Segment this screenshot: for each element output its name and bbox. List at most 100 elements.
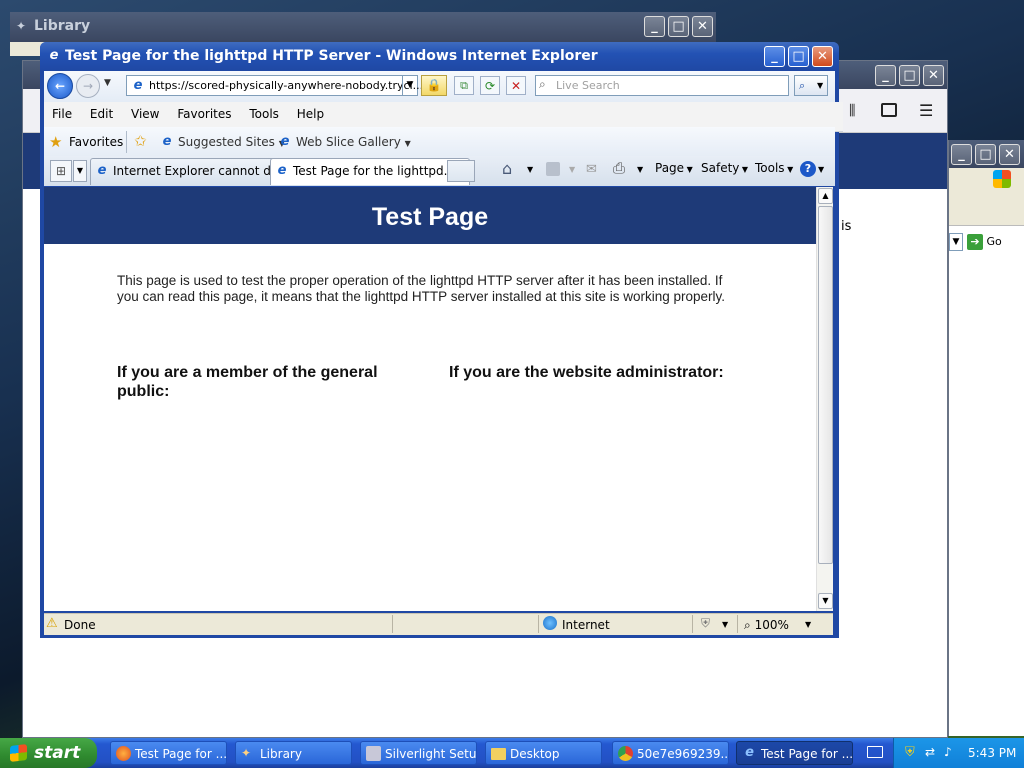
feeds-dropdown-icon[interactable]: ▼ [569, 165, 575, 174]
setup-icon [366, 746, 381, 761]
library-maximize-button[interactable]: □ [668, 16, 689, 37]
read-mail-icon[interactable]: ✉ [586, 162, 597, 177]
ie-app-icon: e [49, 48, 59, 63]
feeds-icon[interactable] [546, 162, 560, 176]
tab-label: Internet Explorer cannot dis... [113, 164, 292, 178]
address-dropdown-icon[interactable]: ▼ [402, 76, 417, 95]
page-content: Test Page This page is used to test the … [44, 187, 816, 611]
right-maximize-button[interactable]: □ [975, 144, 996, 165]
menu-view[interactable]: View [131, 107, 159, 121]
public-heading: If you are a member of the general publi… [117, 364, 378, 400]
partial-text: is [841, 219, 852, 234]
folder-icon [491, 748, 506, 760]
help-icon: ? [804, 162, 812, 175]
tab-test-page[interactable]: e Test Page for the lighttpd... ✕ [270, 158, 470, 185]
home-dropdown-icon[interactable]: ▼ [527, 165, 533, 174]
ie-close-button[interactable]: ✕ [812, 46, 833, 67]
safety-menu-button[interactable]: Safety ▼ [701, 161, 748, 175]
right-close-button[interactable]: ✕ [999, 144, 1020, 165]
sidebar-icon[interactable] [881, 103, 897, 117]
security-shield-icon[interactable]: ⛨ [905, 745, 915, 760]
back-button[interactable]: ← [47, 73, 73, 99]
firefox-minimize-button[interactable]: _ [875, 65, 896, 86]
keyboard-icon[interactable] [867, 746, 883, 758]
web-slice-gallery-button[interactable]: e Web Slice Gallery ▼ [278, 132, 411, 152]
tools-menu-button[interactable]: Tools ▼ [755, 161, 793, 175]
taskbar-button-ie[interactable]: e Test Page for ... [736, 741, 853, 765]
help-button[interactable]: ? [800, 161, 816, 177]
hamburger-menu-icon[interactable]: ☰ [919, 101, 933, 120]
firefox-maximize-button[interactable]: □ [899, 65, 920, 86]
zoom-dropdown-icon[interactable]: ▼ [805, 620, 811, 629]
protected-mode-icon[interactable]: ⛨ [701, 616, 710, 631]
menu-tools[interactable]: Tools [249, 107, 279, 121]
search-box[interactable]: ⌕ Live Search [535, 75, 789, 96]
taskbar-button-desktop[interactable]: Desktop [485, 741, 602, 765]
library-icon[interactable]: ⫼ [849, 103, 855, 119]
compatibility-view-button[interactable]: ⧉ [454, 76, 474, 95]
protected-dropdown-icon[interactable]: ▼ [722, 620, 728, 629]
library-close-button[interactable]: ✕ [692, 16, 713, 37]
clock[interactable]: 5:43 PM [968, 746, 1016, 760]
forward-button[interactable]: → [76, 74, 100, 98]
home-icon[interactable]: ⌂ [502, 159, 512, 178]
dropdown-arrow[interactable]: ▼ [949, 233, 963, 251]
web-slice-dropdown-icon: ▼ [404, 139, 411, 148]
refresh-button[interactable]: ⟳ [480, 76, 500, 95]
refresh-icon: ⟳ [484, 79, 496, 93]
admin-heading: If you are the website administrator: [449, 364, 724, 381]
firefox-close-button[interactable]: ✕ [923, 65, 944, 86]
suggested-sites-icon: e [162, 134, 172, 149]
address-bar[interactable]: e https://scored-physically-anywhere-nob… [126, 75, 423, 96]
scroll-up-button[interactable]: ▲ [818, 188, 833, 204]
tab-list-button[interactable]: ▼ [73, 160, 87, 182]
quick-tabs-button[interactable]: ⊞ [50, 160, 72, 182]
history-dropdown-icon[interactable]: ▼ [104, 78, 111, 88]
new-tab-button[interactable] [447, 160, 475, 182]
search-provider-dropdown-icon[interactable]: ▼ [817, 76, 823, 95]
page-header-band: Test Page [44, 187, 816, 244]
ie-minimize-button[interactable]: _ [764, 46, 785, 67]
taskbar-button-firefox[interactable]: Test Page for ... [110, 741, 227, 765]
status-divider-3 [692, 615, 693, 633]
library-minimize-button[interactable]: _ [644, 16, 665, 37]
taskbar-button-library[interactable]: ✦ Library [235, 741, 352, 765]
page-menu-button[interactable]: Page ▼ [655, 161, 693, 175]
start-button[interactable]: start [0, 738, 97, 768]
help-dropdown-icon[interactable]: ▼ [818, 165, 824, 174]
stop-button[interactable]: ✕ [506, 76, 526, 95]
intro-paragraph: This page is used to test the proper ope… [117, 273, 726, 304]
scroll-down-button[interactable]: ▼ [818, 593, 833, 609]
taskbar-label: Silverlight Setup [385, 747, 477, 761]
ssl-lock-button[interactable]: 🔒 [421, 75, 447, 96]
print-icon[interactable]: ⎙ [613, 159, 625, 177]
tab-ie-cannot-display[interactable]: e Internet Explorer cannot dis... [90, 158, 292, 185]
web-slice-gallery-label: Web Slice Gallery [296, 135, 401, 149]
menu-edit[interactable]: Edit [90, 107, 113, 121]
add-to-favorites-bar-icon[interactable]: ✩ [134, 132, 147, 150]
taskbar-button-chrome[interactable]: 50e7e969239... [612, 741, 729, 765]
favorites-star-icon: ★ [49, 133, 63, 151]
suggested-sites-button[interactable]: e Suggested Sites ▼ [160, 132, 285, 152]
favorites-label: Favorites [69, 135, 124, 149]
menu-favorites[interactable]: Favorites [177, 107, 231, 121]
search-go-button[interactable]: ⌕ ▼ [794, 75, 828, 96]
go-button[interactable]: ➔ Go [967, 233, 1019, 251]
scroll-thumb[interactable] [818, 206, 833, 564]
internet-globe-icon [543, 616, 557, 630]
favorites-button[interactable]: ★ Favorites [49, 132, 123, 152]
print-dropdown-icon[interactable]: ▼ [637, 165, 643, 174]
vertical-scrollbar[interactable]: ▲ ▼ [816, 187, 833, 611]
status-text: Done [64, 618, 96, 632]
ie-maximize-button[interactable]: □ [788, 46, 809, 67]
menu-help[interactable]: Help [297, 107, 324, 121]
right-minimize-button[interactable]: _ [951, 144, 972, 165]
ie-title-bar[interactable]: Test Page for the lighttpd HTTP Server -… [40, 42, 839, 71]
network-icon[interactable]: ⇄ [925, 745, 935, 759]
library-title-bar[interactable]: Library [10, 12, 716, 42]
taskbar-label: Test Page for ... [761, 747, 853, 761]
zoom-button[interactable]: ⌕ 100% [744, 617, 789, 633]
menu-file[interactable]: File [52, 107, 72, 121]
taskbar-button-silverlight[interactable]: Silverlight Setup [360, 741, 477, 765]
volume-icon[interactable]: ♪ [944, 745, 952, 759]
